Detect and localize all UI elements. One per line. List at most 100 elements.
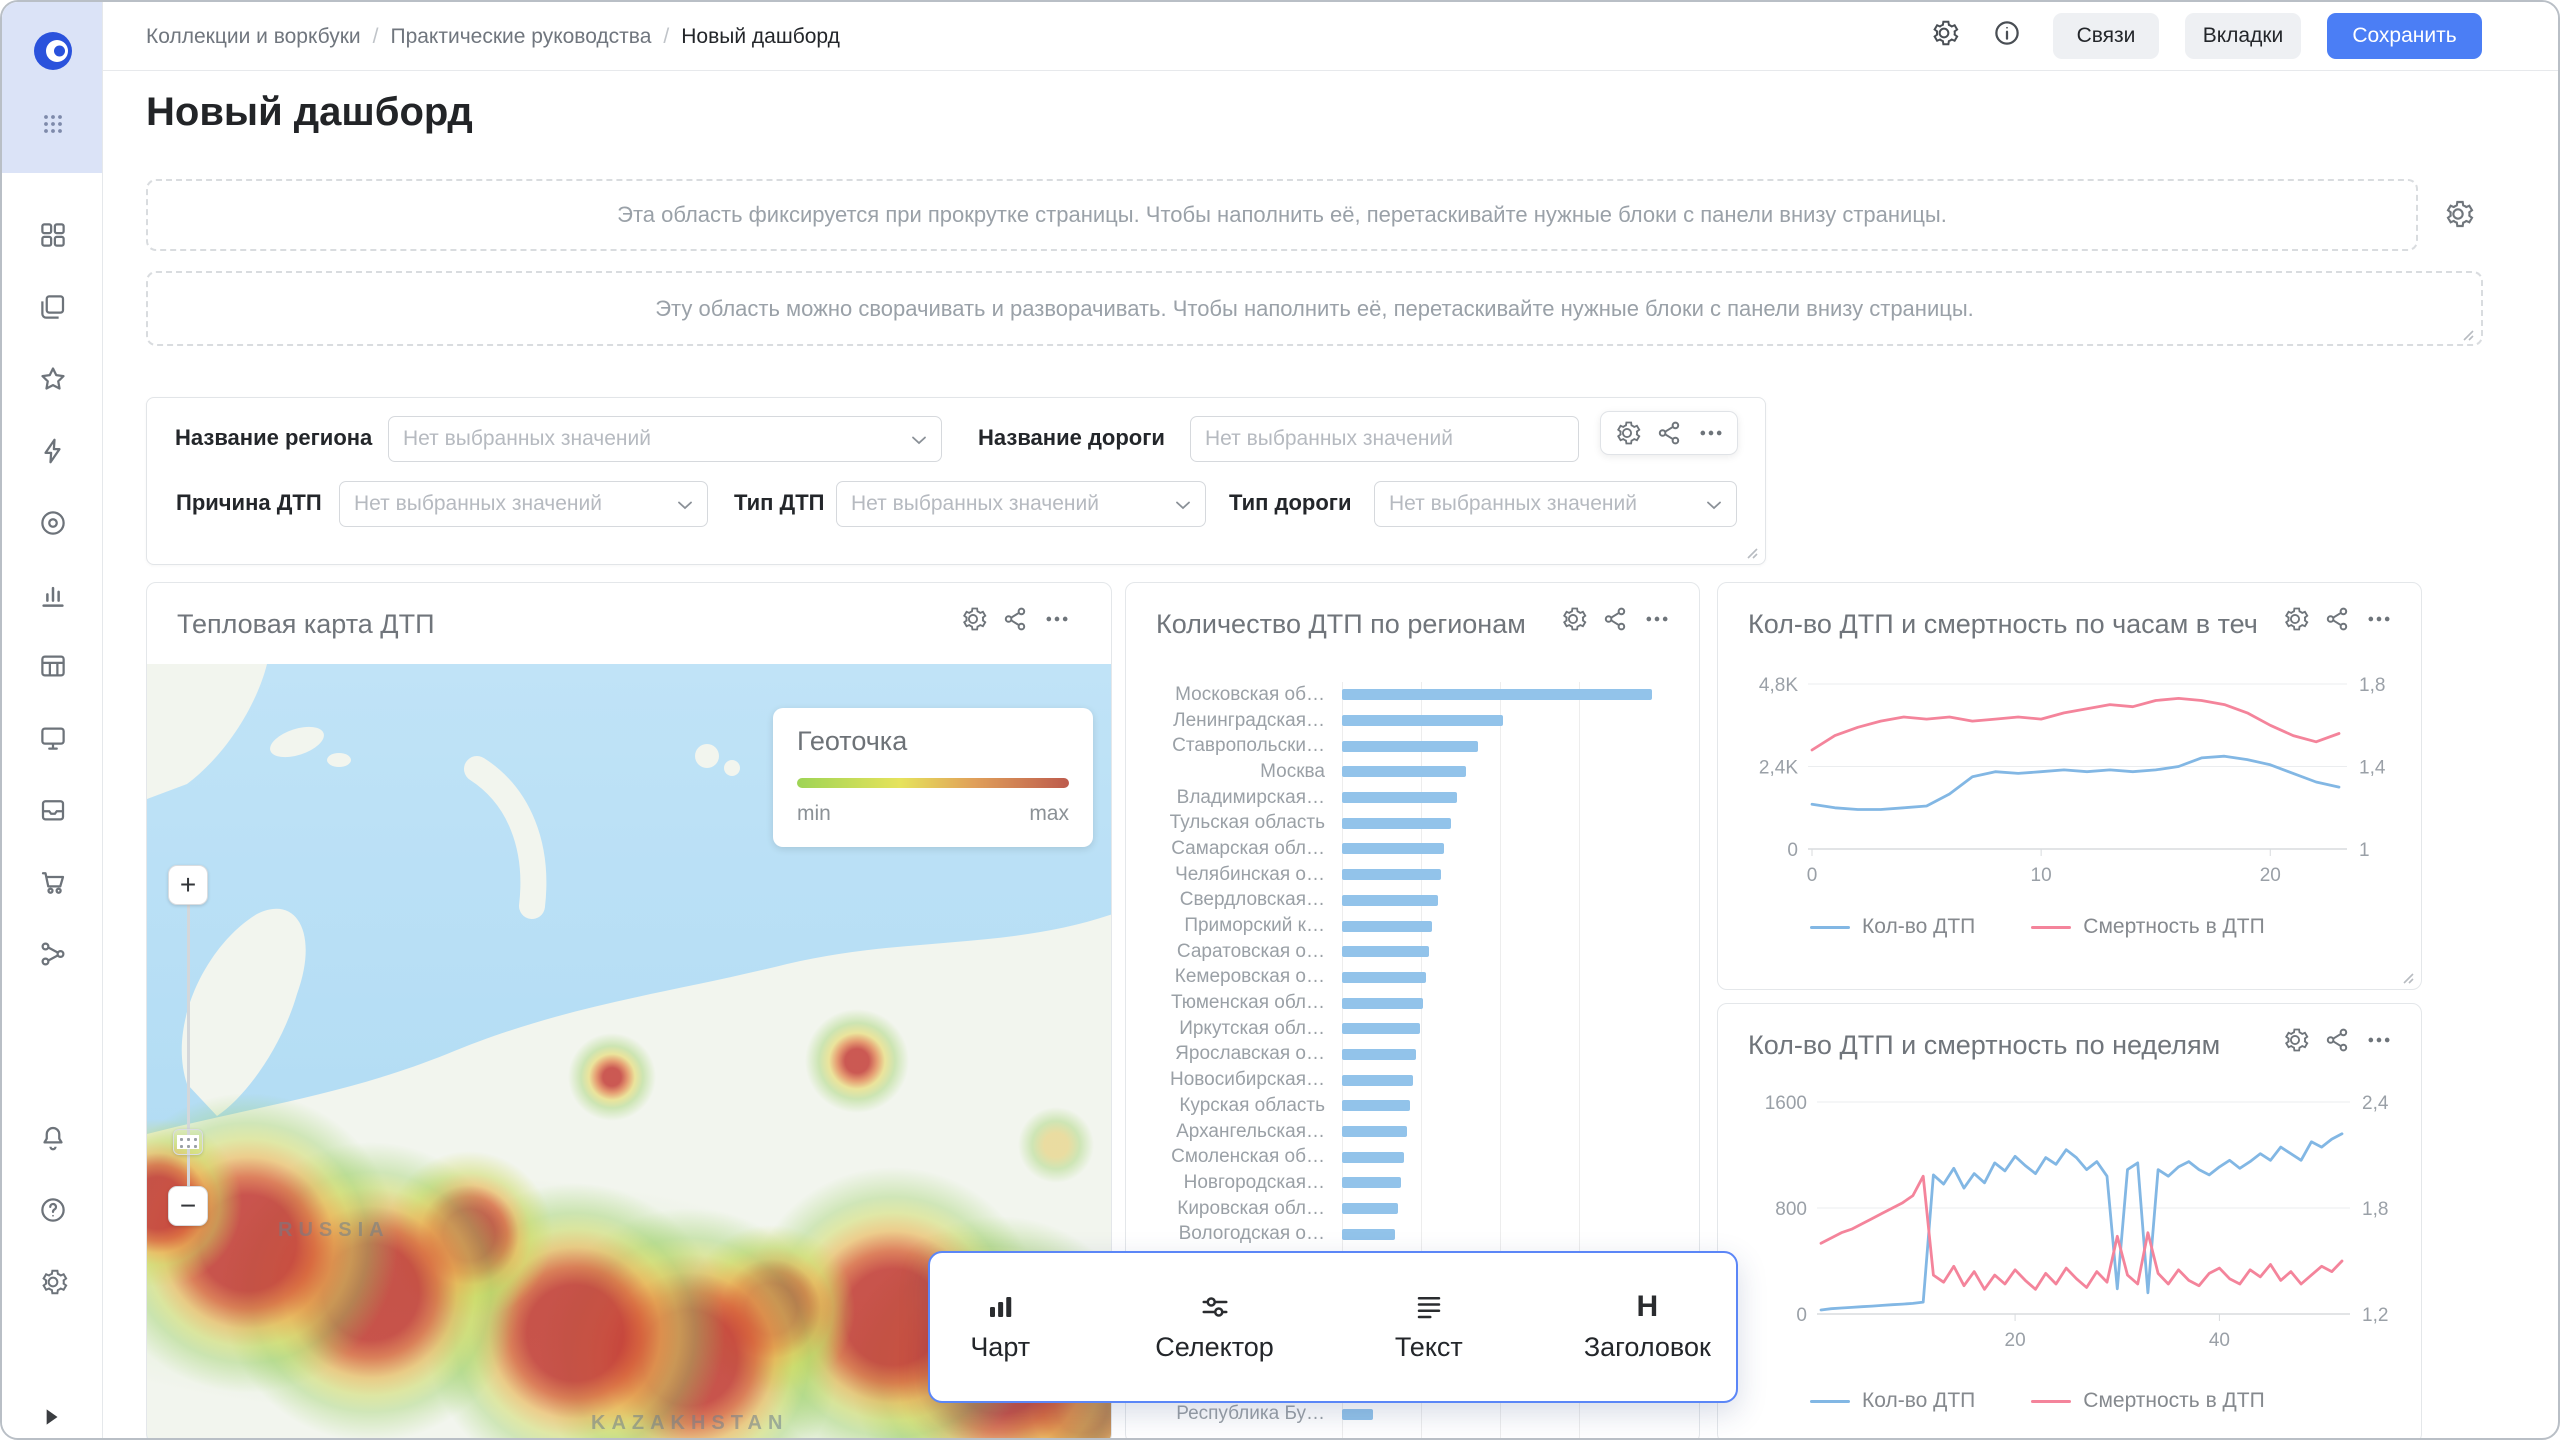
expand-sidebar-icon[interactable] xyxy=(38,1404,64,1430)
zoom-out-button[interactable]: − xyxy=(168,1186,208,1226)
dashboards-icon[interactable] xyxy=(35,217,71,253)
gear-icon[interactable] xyxy=(959,605,987,633)
resize-handle-icon[interactable] xyxy=(2457,322,2475,340)
more-options-icon[interactable] xyxy=(2365,605,2393,633)
bar[interactable] xyxy=(1342,998,1423,1009)
resize-handle-icon[interactable] xyxy=(2397,967,2415,985)
more-options-icon[interactable] xyxy=(1697,419,1725,447)
bar-row: Республика Бу… xyxy=(1126,1401,1699,1427)
datasets-icon[interactable] xyxy=(35,792,71,828)
gear-icon[interactable] xyxy=(2281,1026,2309,1054)
bar[interactable] xyxy=(1342,741,1478,752)
bar[interactable] xyxy=(1342,792,1457,803)
bar[interactable] xyxy=(1342,843,1444,854)
bar[interactable] xyxy=(1342,818,1451,829)
charts-icon[interactable] xyxy=(35,577,71,613)
breadcrumb-guides[interactable]: Практические руководства xyxy=(390,25,651,49)
bar-category-label: Смоленская об… xyxy=(1126,1146,1325,1168)
more-options-icon[interactable] xyxy=(2365,1026,2393,1054)
accident-type-select[interactable]: Нет выбранных значений xyxy=(836,481,1206,527)
bar-category-label: Новосибирская… xyxy=(1126,1069,1325,1091)
bar-row: Архангельская… xyxy=(1126,1119,1699,1145)
collections-icon[interactable] xyxy=(35,289,71,325)
bar[interactable] xyxy=(1342,1049,1416,1060)
tabs-button[interactable]: Вкладки xyxy=(2185,13,2301,59)
bar[interactable] xyxy=(1342,766,1466,777)
bar-category-label: Иркутская обл… xyxy=(1126,1018,1325,1040)
bar[interactable] xyxy=(1342,1409,1373,1420)
relations-icon[interactable] xyxy=(1601,605,1629,633)
bar[interactable] xyxy=(1342,1126,1407,1137)
bar[interactable] xyxy=(1342,895,1438,906)
services-icon[interactable] xyxy=(35,505,71,541)
legend-item[interactable]: Смертность в ДТП xyxy=(2031,1389,2264,1413)
settings-icon[interactable] xyxy=(35,1264,71,1300)
breadcrumb-collections[interactable]: Коллекции и воркбуки xyxy=(146,25,361,49)
road-select[interactable]: Нет выбранных значений xyxy=(1190,416,1579,462)
add-heading-button[interactable]: H Заголовок xyxy=(1584,1291,1711,1363)
tables-icon[interactable] xyxy=(35,648,71,684)
gear-icon[interactable] xyxy=(2281,605,2309,633)
legend-item[interactable]: Кол-во ДТП xyxy=(1810,1389,1975,1413)
sidebar xyxy=(2,2,103,1440)
save-button[interactable]: Сохранить xyxy=(2327,13,2482,59)
links-button[interactable]: Связи xyxy=(2053,13,2159,59)
bar[interactable] xyxy=(1342,689,1652,700)
more-options-icon[interactable] xyxy=(1043,605,1071,633)
functions-icon[interactable] xyxy=(35,433,71,469)
bar[interactable] xyxy=(1342,1203,1398,1214)
bar[interactable] xyxy=(1342,1152,1404,1163)
bar[interactable] xyxy=(1342,1075,1413,1086)
bar[interactable] xyxy=(1342,921,1432,932)
heatmap-title: Тепловая карта ДТП xyxy=(177,609,434,640)
bar[interactable] xyxy=(1342,1229,1395,1240)
relations-icon[interactable] xyxy=(1655,419,1683,447)
help-icon[interactable] xyxy=(35,1192,71,1228)
datalens-logo-icon[interactable] xyxy=(32,30,74,72)
monitoring-icon[interactable] xyxy=(35,720,71,756)
svg-text:2,4: 2,4 xyxy=(2362,1093,2389,1114)
gear-icon[interactable] xyxy=(1559,605,1587,633)
zoom-in-button[interactable]: + xyxy=(168,865,208,905)
bar[interactable] xyxy=(1342,1023,1420,1034)
add-text-button[interactable]: Текст xyxy=(1384,1291,1474,1363)
legend-item[interactable]: Смертность в ДТП xyxy=(2031,915,2264,939)
relations-icon[interactable] xyxy=(2323,605,2351,633)
add-chart-button[interactable]: Чарт xyxy=(955,1291,1045,1363)
filter-label-road: Название дороги xyxy=(978,425,1165,451)
relations-icon[interactable] xyxy=(2323,1026,2351,1054)
bar[interactable] xyxy=(1342,972,1426,983)
top-header: Коллекции и воркбуки / Практические руко… xyxy=(103,2,2558,71)
apps-grid-icon[interactable] xyxy=(41,112,65,136)
collapsible-dropzone[interactable]: Эту область можно сворачивать и разворач… xyxy=(146,271,2483,346)
chevron-down-icon xyxy=(907,428,931,452)
add-selector-button[interactable]: Селектор xyxy=(1155,1291,1274,1363)
bar[interactable] xyxy=(1342,946,1429,957)
workflows-icon[interactable] xyxy=(35,936,71,972)
bar-category-label: Ленинградская… xyxy=(1126,710,1325,732)
zoom-slider-handle[interactable] xyxy=(173,1129,203,1155)
fixed-dropzone-gear-icon[interactable] xyxy=(2435,191,2481,237)
notifications-icon[interactable] xyxy=(35,1120,71,1156)
fixed-dropzone[interactable]: Эта область фиксируется при прокрутке ст… xyxy=(146,179,2418,251)
favorites-icon[interactable] xyxy=(35,361,71,397)
bar[interactable] xyxy=(1342,869,1441,880)
cause-select[interactable]: Нет выбранных значений xyxy=(339,481,708,527)
bar[interactable] xyxy=(1342,715,1503,726)
more-options-icon[interactable] xyxy=(1643,605,1671,633)
header-gear-icon[interactable] xyxy=(1929,18,1965,54)
svg-text:800: 800 xyxy=(1775,1199,1807,1220)
resize-handle-icon[interactable] xyxy=(1741,542,1759,560)
gear-icon[interactable] xyxy=(1613,419,1641,447)
road-type-select[interactable]: Нет выбранных значений xyxy=(1374,481,1737,527)
relations-icon[interactable] xyxy=(1001,605,1029,633)
info-icon[interactable] xyxy=(1992,18,2028,54)
region-select[interactable]: Нет выбранных значений xyxy=(388,416,942,462)
svg-text:2,4K: 2,4K xyxy=(1759,758,1798,779)
bar[interactable] xyxy=(1342,1100,1410,1111)
bar-row: Ярославская о… xyxy=(1126,1042,1699,1068)
bar[interactable] xyxy=(1342,1177,1401,1188)
legend-item[interactable]: Кол-во ДТП xyxy=(1810,915,1975,939)
marketplace-icon[interactable] xyxy=(35,864,71,900)
bar-category-label: Вологодская о… xyxy=(1126,1223,1325,1245)
